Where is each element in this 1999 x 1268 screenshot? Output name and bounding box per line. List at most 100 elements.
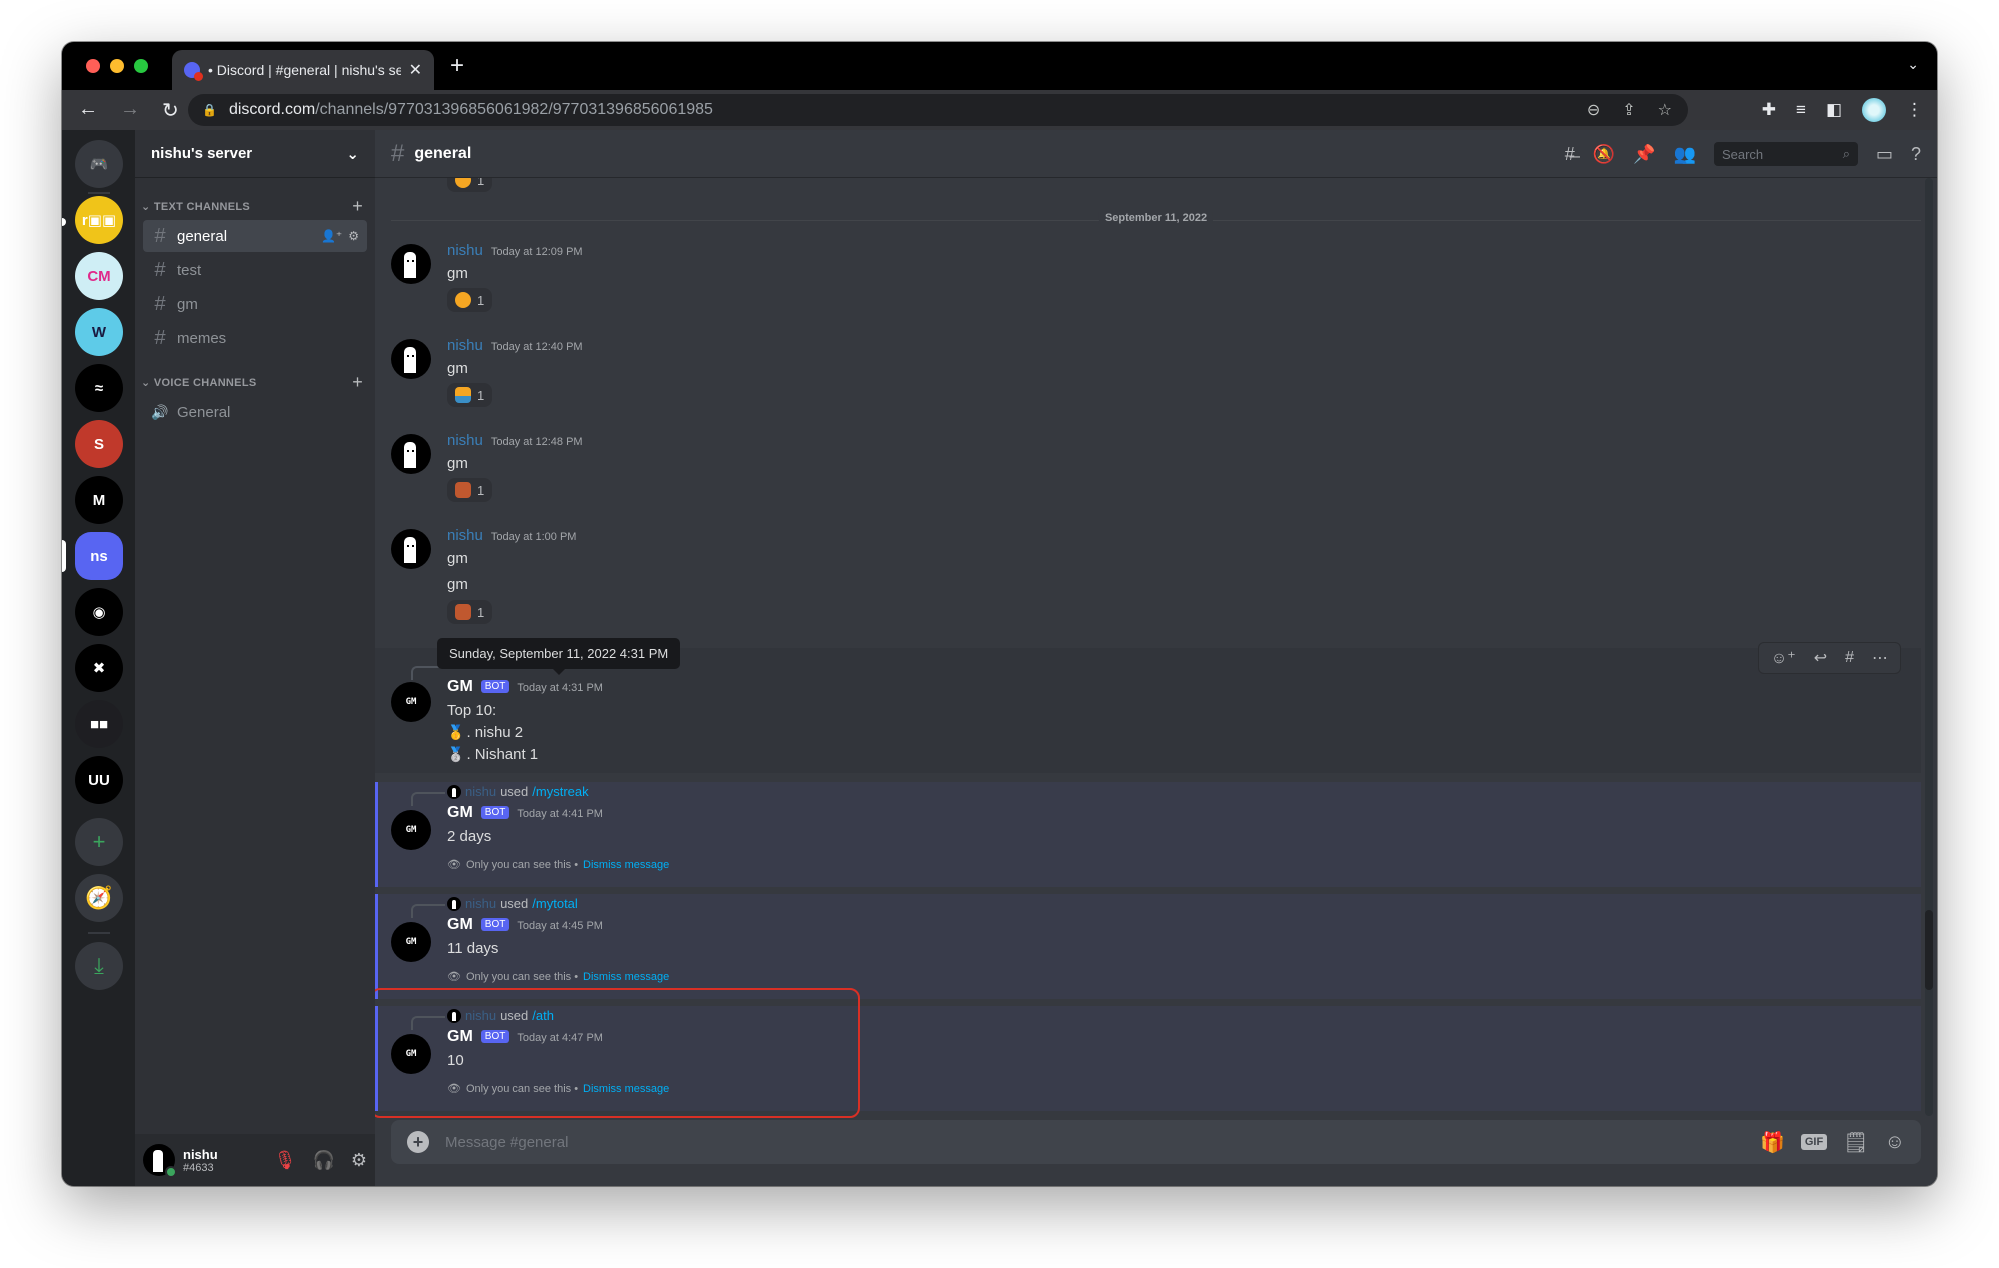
reaction-chip[interactable]: 1 xyxy=(447,383,493,407)
explore-servers-button[interactable]: 🧭 xyxy=(75,874,123,922)
browser-tab[interactable]: • Discord | #general | nishu's se ✕ xyxy=(172,50,434,90)
server-pixel[interactable]: ■■ xyxy=(75,700,123,748)
profile-avatar[interactable] xyxy=(1862,98,1886,122)
create-channel-icon[interactable]: + xyxy=(352,196,363,217)
server-ns[interactable]: ns xyxy=(75,532,123,580)
sticker-icon[interactable]: 🗒 xyxy=(1843,1130,1868,1155)
reaction-chip[interactable]: 1 xyxy=(447,288,493,312)
reaction-chip[interactable]: 1 xyxy=(447,478,493,502)
author-avatar[interactable] xyxy=(391,529,431,569)
minimize-window-button[interactable] xyxy=(110,59,124,73)
address-bar[interactable]: 🔒 discord.com /channels/9770313968560619… xyxy=(188,94,1688,126)
member-list-icon[interactable]: 👥 xyxy=(1674,144,1696,165)
author-name[interactable]: GM xyxy=(447,804,473,822)
create-thread-icon[interactable]: # xyxy=(1845,649,1854,667)
share-icon[interactable]: ⇪ xyxy=(1622,100,1635,120)
channel-memes[interactable]: # memes xyxy=(143,322,367,354)
user-settings-gear-icon[interactable]: ⚙ xyxy=(351,1150,367,1171)
side-panel-icon[interactable]: ◧ xyxy=(1826,100,1842,120)
tab-search-icon[interactable]: ⌄ xyxy=(1907,56,1919,73)
command-name[interactable]: /mytotal xyxy=(532,896,578,911)
emoji-picker-icon[interactable]: ☺ xyxy=(1885,1131,1905,1154)
create-channel-icon[interactable]: + xyxy=(352,372,363,393)
user-mini-avatar xyxy=(447,896,461,911)
lock-icon: 🔒 xyxy=(202,103,217,117)
command-user[interactable]: nishu xyxy=(465,896,496,911)
threads-icon[interactable]: #̶ xyxy=(1565,144,1575,165)
channel-test[interactable]: # test xyxy=(143,254,367,286)
command-name[interactable]: /mystreak xyxy=(532,784,588,799)
browser-menu-icon[interactable]: ⋮ xyxy=(1906,100,1923,120)
new-tab-button[interactable]: + xyxy=(450,52,464,80)
timestamp[interactable]: Today at 4:31 PM xyxy=(517,682,603,694)
help-icon[interactable]: ? xyxy=(1911,144,1921,165)
channel-general[interactable]: # general 👤⁺ ⚙ xyxy=(143,220,367,252)
gift-icon[interactable]: 🎁 xyxy=(1760,1130,1785,1155)
command-user[interactable]: nishu xyxy=(465,784,496,799)
author-name[interactable]: nishu xyxy=(447,432,483,449)
notification-bell-muted-icon[interactable]: 🔕 xyxy=(1593,144,1615,165)
author-name[interactable]: nishu xyxy=(447,242,483,259)
author-name[interactable]: GM xyxy=(447,916,473,934)
forward-icon[interactable]: → xyxy=(120,98,140,123)
download-apps-button[interactable]: ⤓ xyxy=(75,942,123,990)
reaction-chip[interactable]: 1 xyxy=(447,600,493,624)
dismiss-message-link[interactable]: Dismiss message xyxy=(583,971,669,983)
author-name[interactable]: nishu xyxy=(447,337,483,354)
reply-icon[interactable]: ↩ xyxy=(1814,648,1827,668)
author-avatar[interactable] xyxy=(391,244,431,284)
media-queue-icon[interactable]: ≡ xyxy=(1796,100,1806,120)
add-reaction-icon[interactable]: ☺⁺ xyxy=(1771,648,1796,668)
upload-plus-icon[interactable]: + xyxy=(407,1131,429,1153)
add-server-button[interactable]: + xyxy=(75,818,123,866)
reload-icon[interactable]: ↻ xyxy=(162,98,179,123)
voice-channels-category[interactable]: ⌄ VOICE CHANNELS + xyxy=(135,370,375,394)
server-m[interactable]: M xyxy=(75,476,123,524)
server-x[interactable]: ✖ xyxy=(75,644,123,692)
gear-icon[interactable]: ⚙ xyxy=(348,229,359,243)
author-avatar[interactable] xyxy=(391,339,431,379)
server-roo[interactable]: r▣▣ xyxy=(75,196,123,244)
back-icon[interactable]: ← xyxy=(78,98,98,123)
server-workshop[interactable]: W xyxy=(75,308,123,356)
eye-icon: 👁 xyxy=(447,859,461,871)
bot-avatar[interactable]: GM xyxy=(391,682,431,722)
server-eye[interactable]: ◉ xyxy=(75,588,123,636)
author-avatar[interactable] xyxy=(391,434,431,474)
window-controls xyxy=(86,59,148,73)
user-avatar[interactable] xyxy=(143,1144,177,1178)
text-channels-category[interactable]: ⌄ TEXT CHANNELS + xyxy=(135,194,375,218)
bot-avatar[interactable]: GM xyxy=(391,810,431,850)
author-name[interactable]: GM xyxy=(447,678,473,696)
bookmark-star-icon[interactable]: ☆ xyxy=(1658,100,1672,120)
invite-icon[interactable]: 👤⁺ xyxy=(321,229,342,243)
microphone-muted-icon[interactable]: 🎙 xyxy=(274,1150,297,1171)
maximize-window-button[interactable] xyxy=(134,59,148,73)
author-name[interactable]: nishu xyxy=(447,527,483,544)
server-wave[interactable]: ≈ xyxy=(75,364,123,412)
pin-icon[interactable]: 📌 xyxy=(1633,144,1655,165)
gif-button[interactable]: GIF xyxy=(1800,1134,1828,1150)
server-community-management[interactable]: CM xyxy=(75,252,123,300)
tab-strip: • Discord | #general | nishu's se ✕ + ⌄ xyxy=(62,42,1937,90)
search-input[interactable]: Search ⌕ xyxy=(1713,142,1858,166)
inbox-icon[interactable]: ▭ xyxy=(1876,144,1893,165)
dismiss-message-link[interactable]: Dismiss message xyxy=(583,859,669,871)
server-header[interactable]: nishu's server ⌄ xyxy=(135,130,375,178)
close-window-button[interactable] xyxy=(86,59,100,73)
message-actions-bar: ☺⁺ ↩ # ⋯ xyxy=(1757,642,1901,674)
channel-gm[interactable]: # gm xyxy=(143,288,367,320)
headphones-icon[interactable]: 🎧 xyxy=(312,1150,334,1171)
reaction-chip[interactable]: 1 xyxy=(447,178,493,192)
more-options-icon[interactable]: ⋯ xyxy=(1872,648,1888,668)
zoom-out-icon[interactable]: ⊖ xyxy=(1587,100,1600,120)
voice-channel-general[interactable]: 🔊 General xyxy=(143,396,367,428)
server-satoshi[interactable]: S xyxy=(75,420,123,468)
message-input[interactable] xyxy=(445,1133,1760,1151)
bot-avatar[interactable]: GM xyxy=(391,922,431,962)
discord-home[interactable]: 🎮 xyxy=(75,140,123,188)
bot-badge: BOT xyxy=(480,806,510,819)
extensions-puzzle-icon[interactable]: ✚ xyxy=(1762,100,1776,120)
tab-close-icon[interactable]: ✕ xyxy=(409,60,422,80)
server-uu[interactable]: UU xyxy=(75,756,123,804)
